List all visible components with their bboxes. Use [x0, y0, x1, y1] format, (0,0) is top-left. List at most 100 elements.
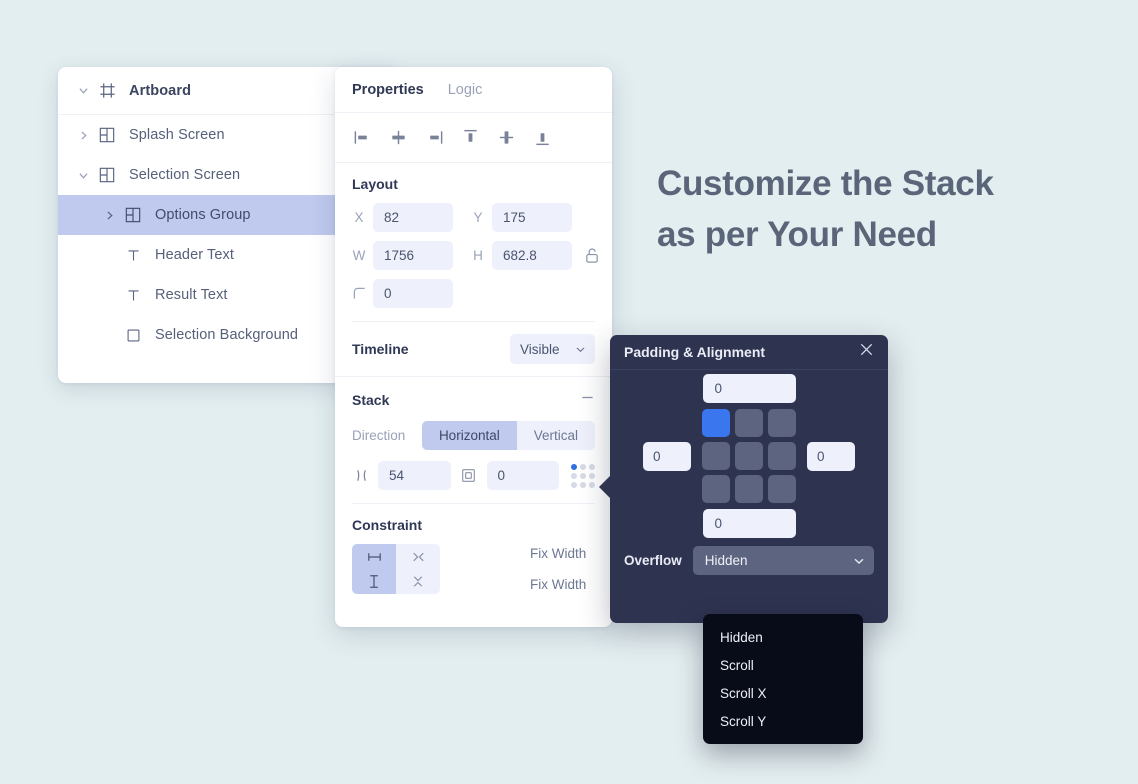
headline-line-1: Customize the Stack	[657, 164, 994, 203]
layout-radius-row: 0	[352, 279, 595, 308]
alignment-dot-grid-icon[interactable]	[571, 463, 595, 488]
align-center-vertical-icon[interactable]	[496, 128, 516, 148]
caret-right-icon[interactable]	[72, 130, 94, 140]
h-input[interactable]: 682.8	[492, 241, 572, 270]
corner-radius-icon	[352, 287, 366, 300]
caret-right-icon[interactable]	[98, 210, 120, 220]
caret-down-icon[interactable]	[72, 171, 94, 180]
h-field[interactable]: H 682.8	[471, 241, 572, 270]
overflow-option-scroll-y[interactable]: Scroll Y	[703, 707, 863, 735]
direction-label: Direction	[352, 428, 406, 443]
padding-left-input[interactable]: 0	[643, 441, 691, 471]
padding-bottom-input[interactable]: 0	[702, 509, 796, 538]
constraint-title: Constraint	[352, 517, 422, 533]
alignment-cell-top-center[interactable]	[735, 409, 763, 437]
stack-header: Stack	[352, 390, 595, 410]
unlock-icon[interactable]	[584, 247, 600, 264]
corner-radius-input[interactable]: 0	[373, 279, 453, 308]
timeline-title: Timeline	[352, 341, 409, 357]
frame-icon	[94, 167, 120, 183]
alignment-cell-top-left[interactable]	[702, 409, 730, 437]
tree-item-label: Options Group	[155, 207, 251, 223]
overflow-row: Overflow Hidden	[610, 546, 888, 575]
x-field[interactable]: X 82	[352, 203, 453, 232]
alignment-cell-top-right[interactable]	[768, 409, 796, 437]
overflow-label: Overflow	[624, 553, 682, 568]
tab-logic[interactable]: Logic	[448, 82, 483, 98]
padding-right-input[interactable]: 0	[807, 441, 855, 471]
constraint-labels: Fix Width Fix Width	[530, 544, 586, 594]
alignment-cell-bottom-left[interactable]	[702, 475, 730, 503]
alignment-cell-bottom-center[interactable]	[735, 475, 763, 503]
x-label: X	[354, 210, 364, 225]
overflow-option-hidden[interactable]: Hidden	[703, 623, 863, 651]
alignment-grid	[702, 409, 796, 503]
alignment-cell-middle-left[interactable]	[702, 442, 730, 470]
overflow-select[interactable]: Hidden	[692, 546, 874, 575]
overflow-option-scroll[interactable]: Scroll	[703, 651, 863, 679]
stack-values-row: 54 0	[352, 461, 595, 490]
hug-height-icon[interactable]	[396, 569, 440, 594]
padding-top-input[interactable]: 0	[702, 374, 796, 403]
rect-icon	[120, 328, 146, 343]
text-icon	[120, 288, 146, 303]
stack-padding-input[interactable]: 0	[486, 461, 559, 490]
y-label: Y	[473, 210, 483, 225]
properties-panel: Properties Logic Layout X 82 Y 175 W 175…	[335, 67, 612, 627]
artboard-icon	[94, 82, 120, 99]
tree-item-label: Selection Screen	[129, 167, 241, 183]
gap-icon	[352, 468, 370, 483]
stack-section: Stack Direction Horizontal Vertical 54 0	[335, 377, 612, 504]
stack-gap-input[interactable]: 54	[378, 461, 451, 490]
h-label: H	[473, 248, 483, 263]
overflow-selected-value: Hidden	[704, 553, 748, 568]
fix-width-icon[interactable]	[352, 544, 396, 569]
alignment-toolbar	[335, 113, 612, 163]
tree-item-label: Splash Screen	[129, 127, 225, 143]
y-field[interactable]: Y 175	[471, 203, 572, 232]
y-input[interactable]: 175	[492, 203, 572, 232]
padding-controls: 0 0 0 0	[610, 370, 888, 542]
timeline-visibility-select[interactable]: Visible	[510, 334, 595, 364]
constraint-section: Constraint Fix Width Fix Width	[335, 504, 612, 594]
align-top-icon[interactable]	[460, 128, 480, 148]
stack-direction-row: Direction Horizontal Vertical	[352, 421, 595, 450]
align-right-icon[interactable]	[424, 128, 444, 148]
align-center-horizontal-icon[interactable]	[388, 128, 408, 148]
timeline-visibility-value: Visible	[520, 341, 560, 357]
stack-title: Stack	[352, 392, 390, 408]
direction-segmented-control: Horizontal Vertical	[421, 421, 595, 450]
minus-icon[interactable]	[580, 390, 595, 410]
alignment-cell-bottom-right[interactable]	[768, 475, 796, 503]
tree-item-label: Header Text	[155, 247, 235, 263]
w-field[interactable]: W 1756	[352, 241, 453, 270]
caret-down-icon[interactable]	[72, 86, 94, 95]
hug-width-icon[interactable]	[396, 544, 440, 569]
timeline-section: Timeline Visible	[335, 322, 612, 376]
layout-section: Layout X 82 Y 175 W 1756 H 682.8 0	[335, 163, 612, 322]
fix-height-icon[interactable]	[352, 569, 396, 594]
tree-item-label: Result Text	[155, 287, 228, 303]
constraint-height-label: Fix Width	[530, 577, 587, 592]
overflow-option-scroll-x[interactable]: Scroll X	[703, 679, 863, 707]
constraint-row: Fix Width Fix Width	[352, 544, 595, 594]
tree-item-label: Selection Background	[155, 327, 299, 343]
align-left-icon[interactable]	[352, 128, 372, 148]
chevron-down-icon	[576, 346, 585, 352]
align-bottom-icon[interactable]	[532, 128, 552, 148]
tab-properties[interactable]: Properties	[352, 82, 424, 98]
padding-panel-header: Padding & Alignment	[610, 335, 888, 370]
tree-item-label: Artboard	[129, 82, 192, 99]
close-icon[interactable]	[858, 341, 875, 363]
padding-middle-row: 0 0	[643, 409, 855, 503]
alignment-cell-middle-right[interactable]	[768, 442, 796, 470]
w-input[interactable]: 1756	[373, 241, 453, 270]
x-input[interactable]: 82	[373, 203, 453, 232]
corner-radius-field[interactable]: 0	[352, 279, 453, 308]
alignment-cell-middle-center[interactable]	[735, 442, 763, 470]
direction-vertical-option[interactable]: Vertical	[517, 421, 595, 450]
chevron-down-icon	[854, 558, 864, 564]
layout-wh-row: W 1756 H 682.8	[352, 241, 598, 270]
frame-icon	[120, 207, 146, 223]
direction-horizontal-option[interactable]: Horizontal	[421, 421, 517, 450]
